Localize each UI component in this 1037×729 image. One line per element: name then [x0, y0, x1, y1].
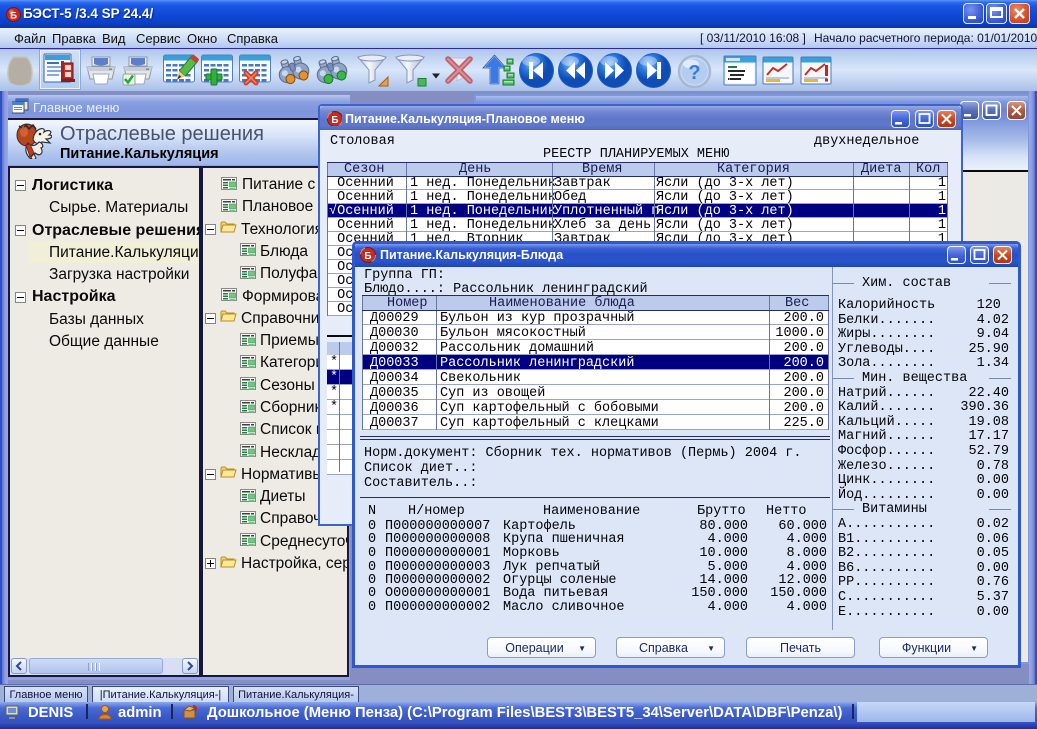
- svg-text:Б: Б: [331, 115, 338, 126]
- svg-text:?: ?: [688, 62, 700, 84]
- svg-text:Б: Б: [10, 11, 17, 22]
- svg-text:Б: Б: [364, 251, 371, 262]
